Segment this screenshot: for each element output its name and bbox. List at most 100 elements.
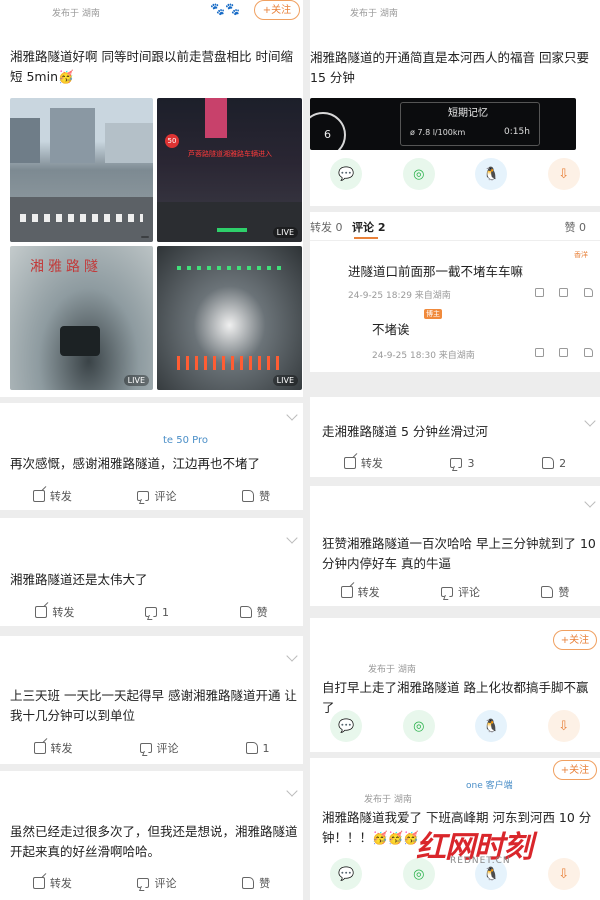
post-text: 湘雅路隧道好啊 同等时间跟以前走营盘相比 时间缩短 5min🥳 bbox=[10, 49, 293, 84]
share-bar: 💬 ◎ 🐧 ⇩ bbox=[310, 158, 600, 190]
gauge-number: 6 bbox=[324, 128, 331, 141]
comment-icon bbox=[144, 607, 157, 617]
like-button[interactable]: 赞 bbox=[242, 875, 270, 891]
chevron-down-icon[interactable] bbox=[286, 532, 298, 544]
wechat-share-icon[interactable]: 💬 bbox=[330, 158, 363, 190]
action-bar: 转发 评论 1 bbox=[0, 735, 303, 761]
chevron-down-icon[interactable] bbox=[286, 785, 298, 797]
photo-car-dashboard[interactable]: 6 短期记忆 ø 7.8 l/100km 0:15h bbox=[310, 98, 576, 150]
follow-button[interactable]: +关注 bbox=[553, 630, 597, 650]
repost-icon[interactable] bbox=[535, 288, 544, 297]
photo-tunnel-interior[interactable]: 湘雅路隧 LIVE bbox=[10, 246, 153, 390]
like-icon bbox=[542, 457, 555, 469]
comment-icon[interactable] bbox=[559, 288, 568, 297]
left-column: 发布于 湖南 🐾🐾 +关注 湘雅路隧道好啊 同等时间跟以前走营盘相比 时间缩短 … bbox=[0, 0, 303, 900]
author-badge: 博主 bbox=[424, 309, 442, 319]
photo-tunnel-entrance-night[interactable]: 芦蓉路隧道湘雅路车辆进入 50 LIVE bbox=[157, 98, 302, 242]
moments-share-icon[interactable]: ◎ bbox=[402, 158, 435, 190]
post-location: 发布于 湖南 bbox=[368, 665, 416, 675]
action-bar: 转发 3 2 bbox=[310, 450, 600, 476]
like-icon[interactable] bbox=[584, 348, 593, 357]
save-image-icon[interactable]: ⇩ bbox=[547, 158, 580, 190]
post-location: 发布于 湖南 bbox=[52, 9, 100, 19]
like-button[interactable]: 赞 bbox=[239, 604, 268, 620]
photo-street-crossing[interactable] bbox=[10, 98, 153, 242]
like-icon bbox=[242, 877, 255, 889]
like-icon bbox=[239, 606, 252, 618]
repost-button[interactable]: 转发 bbox=[35, 604, 74, 620]
post-card: 湘雅路隧道还是太伟大了 转发 1 赞 bbox=[0, 518, 303, 626]
like-button[interactable]: 2 bbox=[542, 457, 566, 470]
comment-meta: 24-9-25 18:29 来自湖南 bbox=[348, 291, 451, 301]
repost-icon bbox=[32, 877, 45, 889]
comment-button[interactable]: 3 bbox=[450, 457, 474, 470]
wechat-share-icon[interactable]: 💬 bbox=[330, 858, 363, 890]
rednet-watermark: 红网时刻 REDNET.CN bbox=[416, 822, 566, 872]
action-bar: 转发 评论 赞 bbox=[0, 870, 303, 896]
repost-icon bbox=[340, 586, 353, 598]
repost-icon bbox=[32, 490, 45, 502]
comment-text: 进隧道口前面那一截不堵车车嘛 bbox=[348, 264, 524, 279]
like-button[interactable]: 赞 bbox=[541, 584, 569, 600]
tab-comment[interactable]: 评论 2 bbox=[352, 219, 385, 235]
post-card: te 50 Pro 再次感慨，感谢湘雅路隧道，江边再也不堵了 转发 评论 赞 bbox=[0, 403, 303, 510]
dash-title: 短期记忆 bbox=[448, 108, 488, 119]
post-card: 走湘雅路隧道 5 分钟丝滑过河 转发 3 2 bbox=[310, 397, 600, 477]
comment-text: 不堵诶 bbox=[372, 322, 410, 337]
chevron-down-icon[interactable] bbox=[584, 496, 596, 508]
comment-button[interactable]: 评论 bbox=[139, 740, 179, 756]
post-location: 发布于 湖南 bbox=[350, 9, 398, 19]
comment-icon bbox=[440, 587, 453, 597]
led-sign: 芦蓉路隧道湘雅路车辆进入 bbox=[188, 150, 272, 158]
post-text: 狂赞湘雅路隧道一百次哈哈 早上三分钟就到了 10 分钟内停好车 真的牛逼 bbox=[322, 536, 596, 571]
right-column: 发布于 湖南 湘雅路隧道的开通简直是本河西人的福音 回家只要 15 分钟 6 短… bbox=[310, 0, 600, 900]
repost-icon bbox=[33, 742, 46, 754]
wechat-share-icon[interactable]: 💬 bbox=[330, 710, 363, 742]
like-icon bbox=[541, 586, 554, 598]
comment-button[interactable]: 1 bbox=[144, 606, 169, 619]
moments-share-icon[interactable]: ◎ bbox=[402, 710, 435, 742]
user-badge: 香洋 bbox=[574, 251, 588, 259]
follow-button[interactable]: +关注 bbox=[254, 0, 300, 20]
like-button[interactable]: 1 bbox=[245, 742, 270, 755]
chevron-down-icon[interactable] bbox=[286, 650, 298, 662]
repost-button[interactable]: 转发 bbox=[343, 455, 383, 471]
repost-icon[interactable] bbox=[535, 348, 544, 357]
post-text: 再次感慨，感谢湘雅路隧道，江边再也不堵了 bbox=[10, 456, 261, 471]
like-button[interactable]: 赞 bbox=[242, 488, 270, 504]
post-card: +关注 发布于 湖南 自打早上走了湘雅路隧道 路上化妆都搞手脚不赢了 💬 ◎ 🐧… bbox=[310, 618, 600, 752]
tab-like[interactable]: 赞 0 bbox=[565, 219, 587, 235]
comment-icon[interactable] bbox=[559, 348, 568, 357]
dash-consumption: ø 7.8 l/100km bbox=[410, 128, 466, 137]
comment-button[interactable]: 评论 bbox=[137, 875, 176, 891]
comment-icon bbox=[139, 743, 152, 753]
repost-icon bbox=[35, 606, 48, 618]
post-card: 发布于 湖南 湘雅路隧道的开通简直是本河西人的福音 回家只要 15 分钟 6 短… bbox=[310, 0, 600, 206]
chevron-down-icon[interactable] bbox=[286, 409, 298, 421]
repost-button[interactable]: 转发 bbox=[32, 875, 72, 891]
tab-bar: 转发 0 评论 2 赞 0 bbox=[310, 219, 600, 239]
action-bar: 转发 评论 赞 bbox=[0, 483, 303, 509]
repost-icon bbox=[343, 457, 356, 469]
tab-repost[interactable]: 转发 0 bbox=[310, 219, 343, 235]
qq-share-icon[interactable]: 🐧 bbox=[475, 158, 508, 190]
photo-tunnel-lanes[interactable]: LIVE bbox=[157, 246, 302, 390]
post-location: 发布于 湖南 bbox=[364, 795, 412, 805]
post-text: 湘雅路隧道的开通简直是本河西人的福音 回家只要 15 分钟 bbox=[310, 50, 589, 85]
comment-button[interactable]: 评论 bbox=[440, 584, 480, 600]
repost-button[interactable]: 转发 bbox=[340, 584, 380, 600]
like-icon[interactable] bbox=[584, 288, 593, 297]
follow-button[interactable]: +关注 bbox=[553, 760, 597, 780]
comment-icon bbox=[137, 878, 150, 888]
watermark-site: REDNET.CN bbox=[450, 856, 511, 866]
comment-button[interactable]: 评论 bbox=[137, 488, 176, 504]
post-text: 走湘雅路隧道 5 分钟丝滑过河 bbox=[322, 424, 488, 439]
post-text: 湘雅路隧道还是太伟大了 bbox=[10, 572, 148, 587]
repost-button[interactable]: 转发 bbox=[33, 740, 73, 756]
post-card: 上三天班 一天比一天起得早 感谢湘雅路隧道开通 让我十几分钟可以到单位 转发 评… bbox=[0, 636, 303, 764]
tunnel-name-wall: 湘雅路隧 bbox=[30, 259, 102, 275]
like-icon bbox=[245, 742, 258, 754]
qq-share-icon[interactable]: 🐧 bbox=[475, 710, 508, 742]
repost-button[interactable]: 转发 bbox=[32, 488, 72, 504]
save-image-icon[interactable]: ⇩ bbox=[547, 710, 580, 742]
